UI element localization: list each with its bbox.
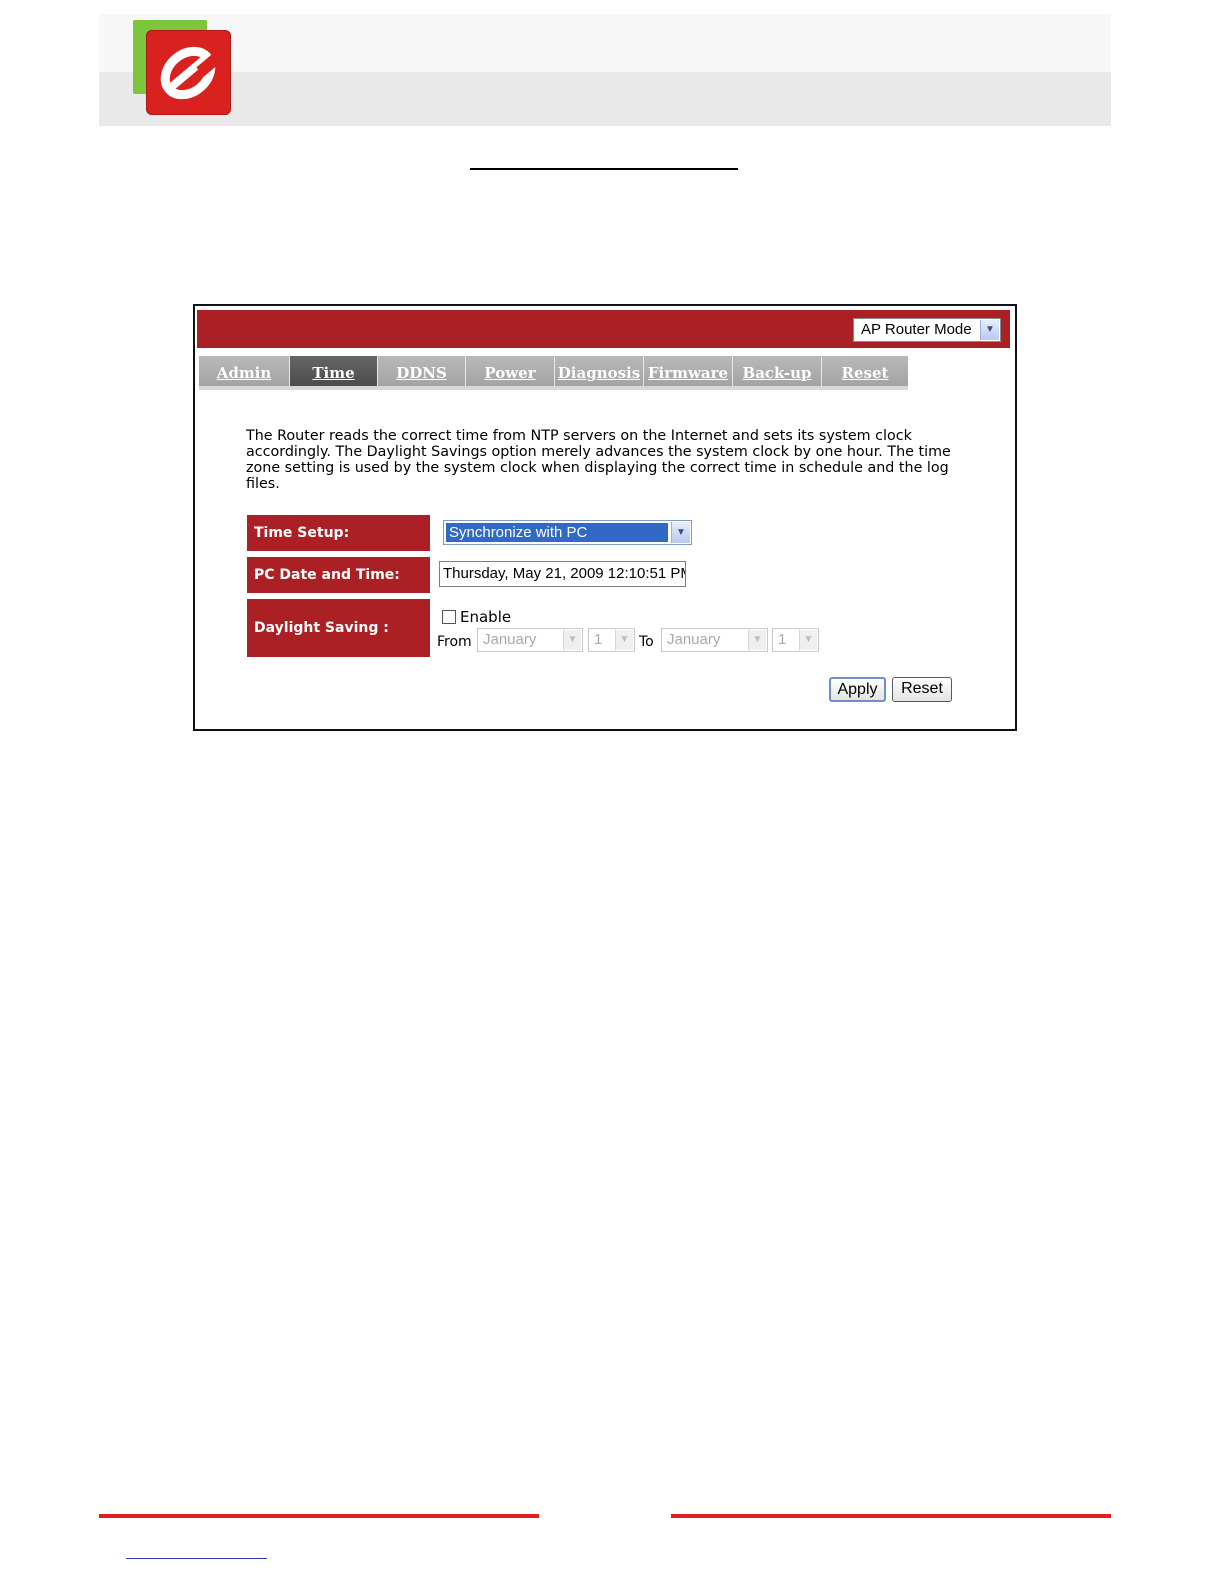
footer-rule-right (671, 1514, 1111, 1518)
time-setup-value: Synchronize with PC (446, 523, 668, 542)
chevron-down-icon: ▼ (615, 630, 633, 650)
time-setup-label: Time Setup: (247, 515, 430, 551)
router-screenshot-frame: AP Router Mode ▼ Admin Time DDNS Power D… (193, 304, 1017, 731)
brand-logo-icon (133, 20, 233, 116)
router-top-bar: AP Router Mode ▼ (197, 310, 1010, 348)
chevron-down-icon: ▼ (799, 630, 817, 650)
from-label: From (437, 634, 472, 650)
from-month-select[interactable]: January ▼ (477, 628, 583, 652)
daylight-enable-label: Enable (460, 608, 512, 626)
footer-rule-left (99, 1514, 539, 1518)
to-day-value: 1 (778, 631, 787, 648)
chevron-down-icon: ▼ (748, 630, 766, 650)
tab-ddns[interactable]: DDNS (378, 356, 466, 386)
from-day-value: 1 (594, 631, 603, 648)
to-day-select[interactable]: 1 ▼ (772, 628, 819, 652)
time-setup-select[interactable]: Synchronize with PC ▼ (443, 520, 692, 545)
from-day-select[interactable]: 1 ▼ (588, 628, 635, 652)
tab-diagnosis[interactable]: Diagnosis (555, 356, 644, 386)
tab-firmware[interactable]: Firmware (644, 356, 733, 386)
document-header-band (99, 14, 1111, 126)
nav-tabs: Admin Time DDNS Power Diagnosis Firmware… (199, 356, 908, 386)
pc-date-time-label: PC Date and Time: (247, 557, 430, 593)
chevron-down-icon: ▼ (671, 522, 690, 543)
tab-backup[interactable]: Back-up (733, 356, 822, 386)
mode-select[interactable]: AP Router Mode ▼ (853, 318, 1001, 342)
pc-date-time-field[interactable]: Thursday, May 21, 2009 12:10:51 PM (439, 561, 686, 587)
tab-reset[interactable]: Reset (822, 356, 908, 386)
from-month-value: January (483, 631, 537, 648)
apply-button[interactable]: Apply (829, 677, 886, 702)
tab-power[interactable]: Power (466, 356, 555, 386)
tab-time[interactable]: Time (290, 356, 378, 386)
daylight-saving-label: Daylight Saving : (247, 599, 430, 657)
tab-admin[interactable]: Admin (199, 356, 290, 386)
logo-e-glyph-icon (160, 46, 221, 100)
reset-button[interactable]: Reset (892, 677, 952, 702)
mode-select-value: AP Router Mode (861, 321, 972, 338)
time-description: The Router reads the correct time from N… (246, 428, 951, 492)
chevron-down-icon: ▼ (980, 320, 999, 340)
section-title-underline (470, 168, 738, 170)
to-month-select[interactable]: January ▼ (661, 628, 768, 652)
to-month-value: January (667, 631, 721, 648)
footer-link-underline[interactable] (126, 1558, 267, 1559)
chevron-down-icon: ▼ (563, 630, 581, 650)
daylight-enable-checkbox[interactable] (442, 610, 456, 624)
to-label: To (639, 634, 654, 650)
tab-bar-shadow (199, 386, 908, 390)
